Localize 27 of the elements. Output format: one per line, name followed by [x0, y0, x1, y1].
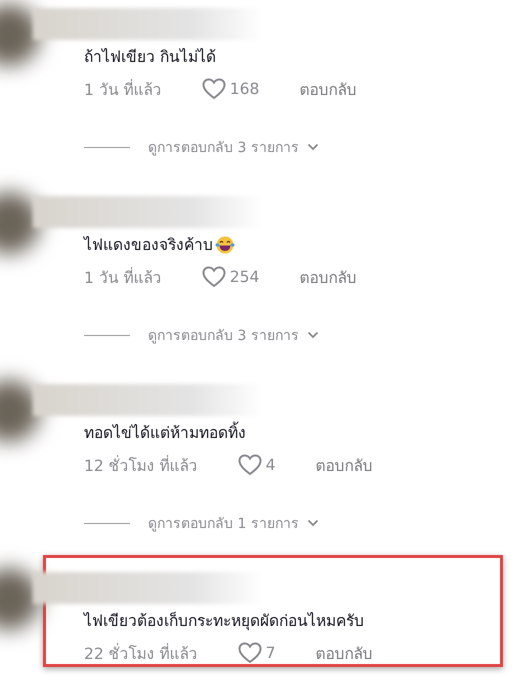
reply-link[interactable]: ตอบกลับ [299, 76, 356, 102]
reply-link[interactable]: ตอบกลับ [315, 640, 372, 666]
like-count: 254 [230, 268, 260, 286]
chevron-down-icon [306, 519, 319, 527]
like-count: 4 [266, 456, 276, 474]
heart-icon[interactable] [238, 454, 262, 476]
chevron-down-icon [306, 143, 319, 151]
reply-link[interactable]: ตอบกลับ [315, 452, 372, 478]
heart-icon[interactable] [202, 78, 226, 100]
heart-icon[interactable] [238, 642, 262, 664]
comment-time: 22 ชั่วโมง ที่แล้ว [84, 642, 198, 664]
view-replies-link[interactable]: ดูการตอบกลับ 3 รายการ [148, 324, 319, 346]
comment-text: ไฟเขียวต้องเก็บกระทะหยุดผัดก่อนไหมครับ [84, 610, 364, 632]
comment-time: 1 วัน ที่แล้ว [84, 266, 162, 288]
heart-icon[interactable] [202, 266, 226, 288]
comment-time: 1 วัน ที่แล้ว [84, 78, 162, 100]
reply-link[interactable]: ตอบกลับ [299, 264, 356, 290]
laughing-emoji-icon [215, 235, 235, 255]
view-replies-link[interactable]: ดูการตอบกลับ 3 รายการ [148, 136, 319, 158]
comment-text: ไฟแดงของจริงค้าบ [84, 235, 213, 256]
view-replies-link[interactable]: ดูการตอบกลับ 1 รายการ [148, 512, 319, 534]
comment-text: ทอดไข่ได้แต่ห้ามทอดทิ้ง [84, 419, 246, 447]
like-count: 7 [266, 644, 276, 662]
like-count: 168 [230, 80, 260, 98]
chevron-down-icon [306, 331, 319, 339]
comment-time: 12 ชั่วโมง ที่แล้ว [84, 454, 198, 476]
comment-text: ถ้าไฟเขียว กินไม่ได้ [84, 47, 216, 68]
